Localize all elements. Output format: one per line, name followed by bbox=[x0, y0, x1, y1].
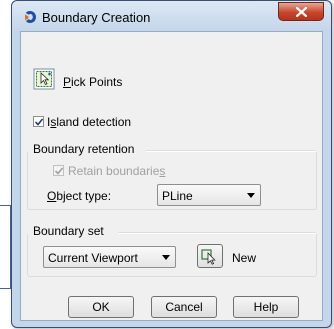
pick-points-label[interactable]: Pick Points bbox=[63, 75, 122, 89]
retain-boundaries-label-mnemonic: s bbox=[159, 164, 166, 178]
boundary-set-value: Current Viewport bbox=[48, 251, 138, 265]
object-type-label: Object type: bbox=[47, 189, 111, 203]
island-detection-label-rest: land detection bbox=[56, 115, 132, 129]
new-selection-button[interactable] bbox=[197, 244, 223, 268]
title-bar[interactable]: Boundary Creation bbox=[12, 1, 331, 31]
island-detection-checkbox[interactable] bbox=[33, 116, 44, 127]
object-type-select[interactable]: PLine bbox=[157, 184, 261, 206]
close-button[interactable] bbox=[278, 2, 324, 21]
pick-points-button[interactable] bbox=[33, 68, 55, 90]
retain-boundaries-checkbox[interactable] bbox=[53, 165, 64, 176]
pick-points-label-rest: ick Points bbox=[71, 75, 123, 89]
background-window-edge bbox=[0, 205, 11, 289]
object-type-label-mnemonic: O bbox=[47, 189, 57, 203]
select-objects-icon bbox=[201, 249, 216, 265]
ok-button[interactable]: OK bbox=[68, 296, 134, 318]
close-icon bbox=[296, 7, 307, 17]
pick-points-icon bbox=[33, 68, 55, 90]
boundary-set-select[interactable]: Current Viewport bbox=[43, 246, 176, 268]
object-type-label-rest: bject type: bbox=[56, 189, 112, 203]
island-detection-label[interactable]: Island detection bbox=[47, 115, 131, 129]
retain-boundaries-label: Retain boundaries bbox=[68, 164, 165, 178]
checkmark-icon bbox=[35, 118, 43, 126]
help-button[interactable]: Help bbox=[233, 296, 299, 318]
retain-boundaries-label-prefix: Retain boundarie bbox=[68, 164, 160, 178]
app-logo-icon bbox=[23, 10, 37, 27]
dialog-client-area: Pick Points Island detection Boundary re… bbox=[20, 31, 323, 321]
pick-points-label-mnemonic: P bbox=[63, 75, 72, 89]
chevron-down-icon bbox=[247, 193, 255, 198]
cancel-button[interactable]: Cancel bbox=[151, 296, 217, 318]
checkmark-icon bbox=[55, 167, 63, 175]
new-selection-label: New bbox=[232, 251, 257, 265]
chevron-down-icon bbox=[162, 255, 170, 260]
object-type-value: PLine bbox=[162, 189, 193, 203]
window-title: Boundary Creation bbox=[42, 10, 151, 25]
boundary-creation-dialog: Boundary Creation Pick Points Island det… bbox=[11, 0, 332, 328]
